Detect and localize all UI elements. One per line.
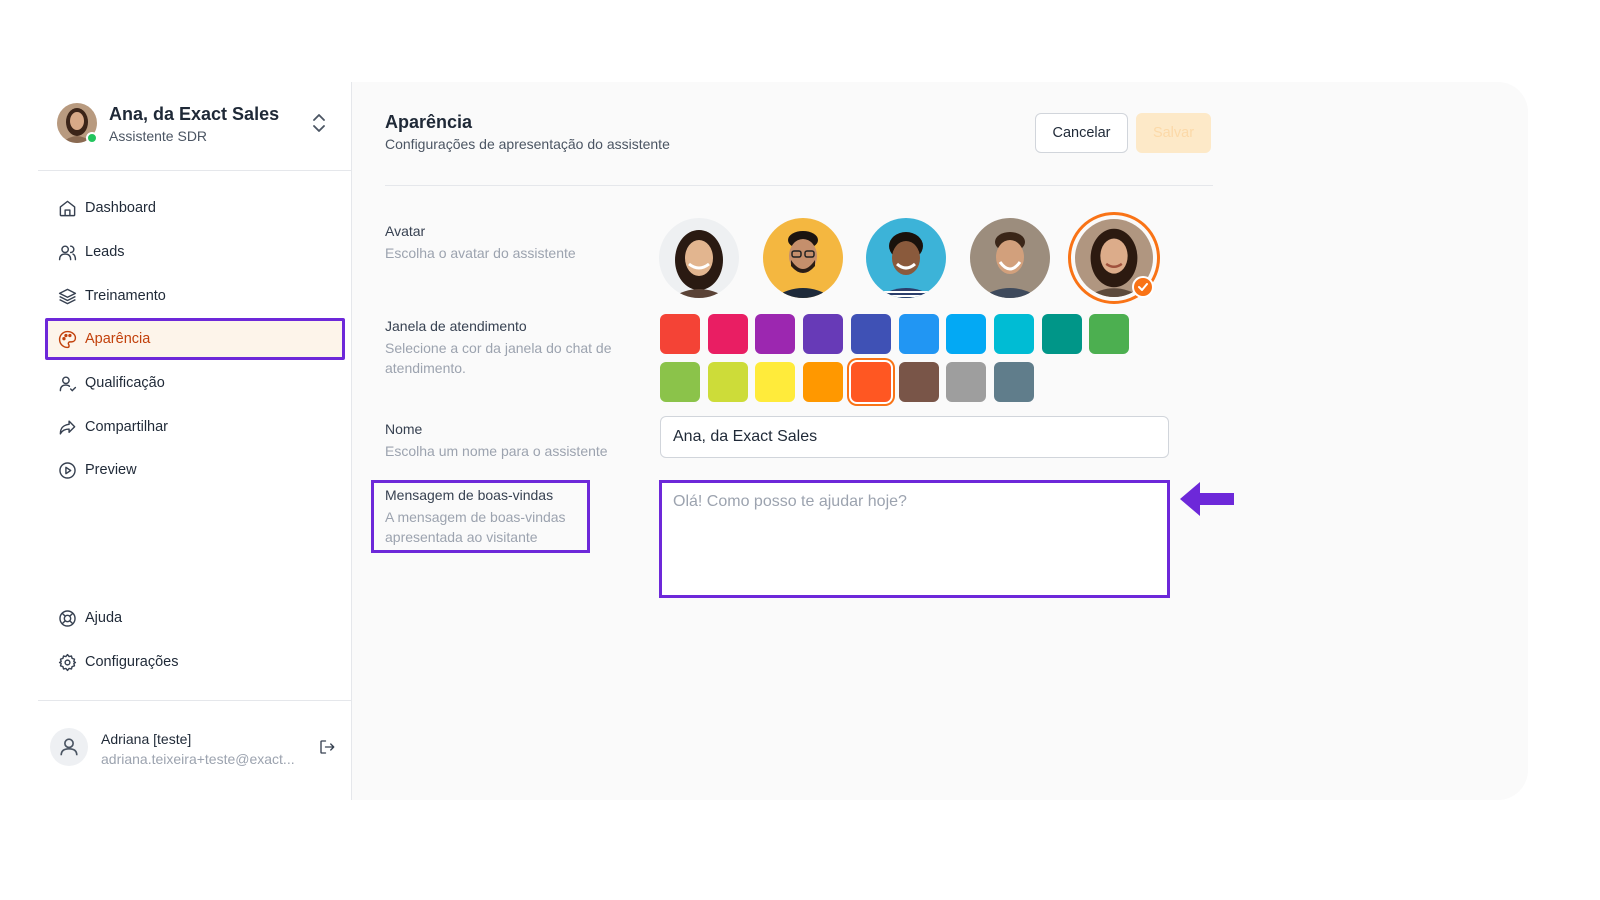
avatar-option-3[interactable] (866, 218, 946, 298)
avatar-option-1[interactable] (659, 218, 739, 298)
sidebar-divider (38, 170, 352, 171)
user-email: adriana.teixeira+teste@exact... (101, 751, 295, 767)
color-swatch[interactable] (946, 314, 987, 354)
color-swatch[interactable] (993, 314, 1034, 354)
color-swatch[interactable] (1041, 314, 1082, 354)
sidebar-item-label: Compartilhar (85, 419, 168, 435)
color-swatch[interactable] (755, 314, 796, 354)
palette-icon (57, 329, 77, 349)
sidebar-item-label: Leads (85, 244, 125, 260)
color-swatch[interactable] (803, 314, 844, 354)
users-icon (57, 242, 77, 262)
assistant-role: Assistente SDR (109, 128, 208, 144)
nome-input[interactable]: Ana, da Exact Sales (660, 416, 1169, 458)
save-button[interactable]: Salvar (1136, 113, 1211, 153)
sidebar-item-aparencia[interactable]: Aparência (45, 318, 345, 360)
sidebar-item-label: Aparência (85, 331, 151, 347)
page-title: Aparência (385, 112, 473, 132)
lifebuoy-icon (57, 608, 77, 628)
color-swatch[interactable] (898, 362, 939, 402)
avatar (50, 728, 88, 766)
color-swatch[interactable] (850, 362, 891, 402)
gear-icon (57, 652, 77, 672)
layers-icon (57, 286, 77, 306)
chevron-up-down-icon[interactable] (311, 112, 327, 134)
user-check-icon (57, 373, 77, 393)
sidebar-item-treinamento[interactable]: Treinamento (45, 275, 345, 317)
share-icon (57, 417, 77, 437)
user-name: Adriana [teste] (101, 731, 192, 747)
mensagem-label: Mensagem de boas-vindas (385, 487, 554, 503)
sidebar-item-label: Preview (85, 462, 137, 478)
avatar-option-2[interactable] (763, 218, 843, 298)
color-swatch[interactable] (993, 362, 1034, 402)
sidebar-item-configuracoes[interactable]: Configurações (45, 641, 345, 683)
color-swatch[interactable] (707, 362, 748, 402)
color-swatch[interactable] (850, 314, 891, 354)
color-swatch[interactable] (755, 362, 796, 402)
nome-label: Nome (385, 421, 423, 437)
online-status-dot (86, 132, 98, 144)
janela-label: Janela de atendimento (385, 318, 527, 334)
sidebar-item-label: Ajuda (85, 610, 123, 626)
assistant-switcher[interactable]: Ana, da Exact Sales Assistente SDR (57, 102, 337, 146)
home-icon (57, 198, 77, 218)
janela-help: Selecione a cor da janela do chat de ate… (385, 340, 612, 376)
sidebar-item-dashboard[interactable]: Dashboard (45, 187, 345, 229)
app-window: Ana, da Exact Sales Assistente SDR Dashb… (38, 82, 1528, 800)
sidebar-item-ajuda[interactable]: Ajuda (45, 597, 345, 639)
arrow-left-icon (1178, 480, 1236, 518)
play-circle-icon (57, 460, 77, 480)
user-profile[interactable]: Adriana [teste] adriana.teixeira+teste@e… (50, 718, 340, 778)
sidebar-item-label: Dashboard (85, 200, 156, 216)
check-icon (1132, 276, 1154, 298)
logout-icon[interactable] (318, 738, 336, 756)
sidebar-divider (38, 700, 352, 701)
color-swatch[interactable] (1089, 314, 1130, 354)
color-swatch[interactable] (660, 314, 700, 354)
sidebar-item-compartilhar[interactable]: Compartilhar (45, 406, 345, 448)
avatar-option-4[interactable] (970, 218, 1050, 298)
color-swatch[interactable] (660, 362, 700, 402)
mensagem-textarea-highlight (659, 480, 1170, 598)
sidebar-item-label: Configurações (85, 654, 179, 670)
sidebar: Ana, da Exact Sales Assistente SDR Dashb… (38, 82, 352, 800)
color-swatch[interactable] (707, 314, 748, 354)
avatar-label: Avatar (385, 223, 426, 239)
sidebar-item-qualificacao[interactable]: Qualificação (45, 362, 345, 404)
nome-help: Escolha um nome para o assistente (385, 443, 608, 459)
mensagem-textarea[interactable] (662, 483, 1167, 595)
color-swatch[interactable] (803, 362, 844, 402)
color-swatch[interactable] (898, 314, 939, 354)
cancel-button[interactable]: Cancelar (1035, 113, 1128, 153)
page-subtitle: Configurações de apresentação do assiste… (385, 136, 670, 152)
avatar-help: Escolha o avatar do assistente (385, 245, 576, 261)
sidebar-item-leads[interactable]: Leads (45, 231, 345, 273)
mensagem-help: A mensagem de boas-vindas apresentada ao… (385, 509, 566, 545)
color-swatch[interactable] (946, 362, 987, 402)
header-divider (385, 185, 1213, 186)
sidebar-item-label: Treinamento (85, 288, 166, 304)
sidebar-item-preview[interactable]: Preview (45, 449, 345, 491)
main-panel: Aparência Configurações de apresentação … (352, 82, 1528, 800)
sidebar-item-label: Qualificação (85, 375, 165, 391)
assistant-name: Ana, da Exact Sales (109, 104, 280, 124)
